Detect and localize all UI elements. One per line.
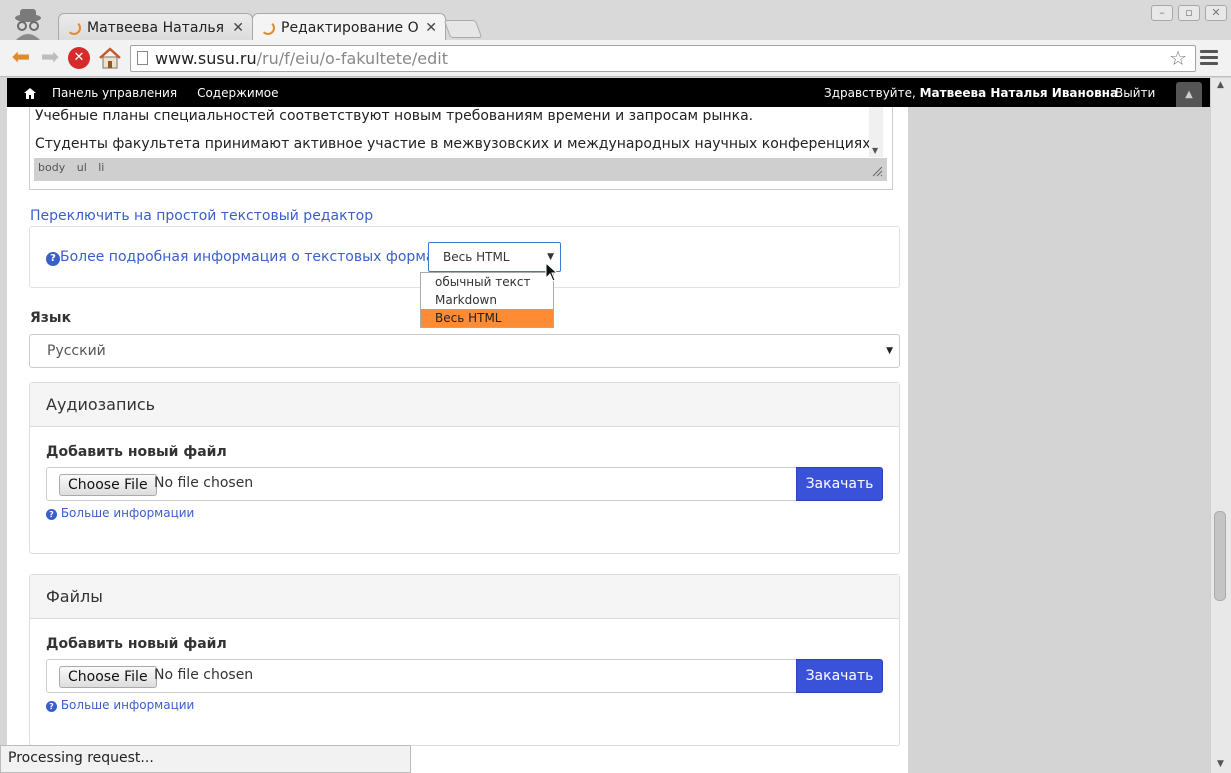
loading-spinner-icon [67, 20, 81, 35]
help-icon: ? [46, 252, 60, 266]
mouse-cursor-icon [545, 262, 559, 282]
scrollbar-thumb[interactable] [1214, 511, 1226, 601]
toolbar-toggle-icon[interactable]: ▲ [1176, 82, 1202, 107]
path-body[interactable]: body [38, 161, 65, 174]
help-icon: ? [46, 701, 57, 712]
page-scrollbar[interactable]: ▲ ▼ [1210, 78, 1231, 773]
audio-panel: Аудиозапись Добавить новый файл Choose F… [29, 382, 900, 554]
no-file-text: No file chosen [154, 667, 254, 683]
upload-button[interactable]: Закачать [796, 659, 883, 693]
scroll-up-icon[interactable]: ▲ [1217, 80, 1224, 90]
browser-toolbar: ⬅ ➡ ✕ www.susu.ru/ru/f/eiu/o-fakultete/e… [0, 40, 1231, 77]
close-tab-icon[interactable]: ✕ [232, 20, 244, 36]
bookmark-star-icon[interactable]: ☆ [1169, 46, 1187, 71]
address-bar[interactable]: www.susu.ru/ru/f/eiu/o-fakultete/edit ☆ [130, 45, 1196, 72]
page-icon [137, 51, 148, 65]
more-info-link[interactable]: ? Больше информации [46, 506, 194, 520]
new-tab-button[interactable] [443, 20, 483, 38]
close-tab-icon[interactable]: ✕ [425, 20, 437, 36]
greeting-text: Здравствуйте, Матвеева Наталья Ивановна. [824, 86, 1122, 100]
incognito-icon [15, 9, 41, 40]
format-option-markdown[interactable]: Markdown [421, 291, 553, 309]
audio-panel-title: Аудиозапись [30, 383, 899, 427]
no-file-text: No file chosen [154, 475, 254, 491]
format-option-full-html[interactable]: Весь HTML [421, 309, 553, 327]
path-li[interactable]: li [98, 161, 104, 174]
back-arrow-icon[interactable]: ⬅ [8, 46, 34, 72]
logout-link[interactable]: Выйти [1115, 86, 1155, 100]
editor-body[interactable]: Учебные планы специальностей соответству… [34, 106, 870, 157]
choose-file-button[interactable]: Choose File [59, 474, 157, 496]
files-panel: Файлы Добавить новый файл Choose File No… [29, 574, 900, 746]
language-label: Язык [30, 310, 72, 326]
right-sidebar [908, 78, 1210, 773]
files-panel-title: Файлы [30, 575, 899, 619]
scroll-down-icon[interactable]: ▼ [1217, 759, 1224, 769]
switch-to-plain-editor-link[interactable]: Переключить на простой текстовый редакто… [30, 208, 373, 224]
upload-button[interactable]: Закачать [796, 467, 883, 501]
language-select[interactable]: Русский ▼ [29, 334, 900, 368]
choose-file-button[interactable]: Choose File [59, 666, 157, 688]
maximize-window-button[interactable]: ▫ [1178, 5, 1200, 21]
loading-spinner-icon [261, 20, 275, 35]
text-format-select[interactable]: Весь HTML ▼ [428, 242, 561, 272]
files-file-input[interactable]: Choose File No file chosen [46, 659, 797, 693]
add-file-label: Добавить новый файл [46, 444, 227, 460]
tab-edit-page[interactable]: Редактирование Ос ✕ [252, 13, 446, 41]
tab-user-profile[interactable]: Матвеева Наталья Ив ✕ [58, 13, 253, 41]
resize-handle-icon[interactable] [872, 166, 883, 177]
minimize-window-button[interactable]: – [1151, 5, 1173, 21]
user-name[interactable]: Матвеева Наталья Ивановна [920, 86, 1118, 100]
content-link[interactable]: Содержимое [197, 86, 278, 100]
stop-loading-icon[interactable]: ✕ [68, 47, 90, 69]
browser-menu-icon[interactable] [1200, 50, 1218, 66]
home-icon[interactable] [23, 87, 37, 99]
scroll-down-icon[interactable]: ▼ [872, 146, 878, 155]
control-panel-link[interactable]: Панель управления [52, 86, 177, 100]
format-option-plain-text[interactable]: обычный текст [421, 273, 553, 291]
more-info-link[interactable]: ? Больше информации [46, 698, 194, 712]
editor-element-path: body ul li [34, 158, 887, 181]
edit-form: Учебные планы специальностей соответству… [7, 78, 908, 773]
close-window-button[interactable]: ✕ [1205, 5, 1227, 21]
admin-toolbar: Панель управления Содержимое Здравствуйт… [7, 78, 1210, 107]
home-icon[interactable] [98, 47, 122, 69]
page-viewport: Учебные планы специальностей соответству… [0, 78, 1210, 773]
add-file-label: Добавить новый файл [46, 636, 227, 652]
help-icon: ? [46, 509, 57, 520]
forward-arrow-icon[interactable]: ➡ [37, 46, 63, 72]
path-ul[interactable]: ul [77, 161, 87, 174]
text-format-dropdown: обычный текст Markdown Весь HTML [420, 272, 554, 328]
rich-text-editor[interactable]: Учебные планы специальностей соответству… [29, 102, 893, 190]
audio-file-input[interactable]: Choose File No file chosen [46, 467, 797, 501]
chevron-down-icon: ▼ [886, 346, 893, 356]
tab-strip: Матвеева Наталья Ив ✕ Редактирование Ос … [0, 0, 1231, 41]
status-bubble: Processing request... [0, 745, 411, 773]
format-help-link[interactable]: ? Более подробная информация о текстовых … [46, 249, 459, 266]
editor-scrollbar[interactable]: ▼ [869, 106, 883, 157]
